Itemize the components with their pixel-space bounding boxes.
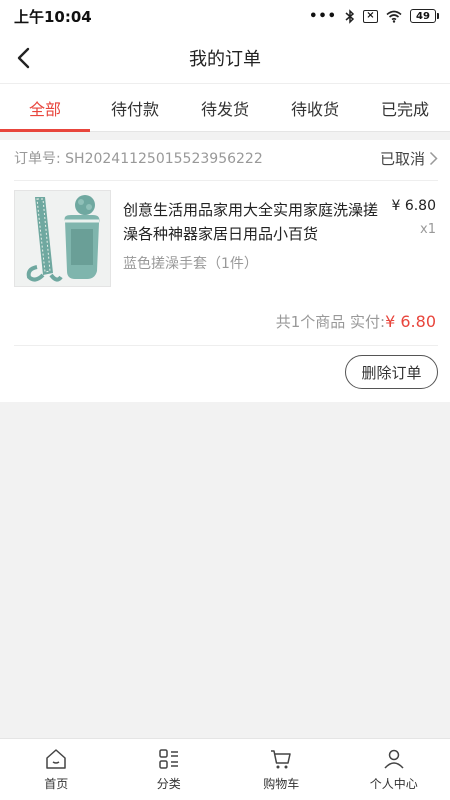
category-icon: [159, 749, 178, 769]
status-icons: ••• × 49: [309, 8, 439, 24]
order-card[interactable]: 订单号: SH20241125015523956222 已取消 创意生活用品家用…: [0, 140, 450, 402]
battery-icon: 49: [410, 9, 439, 23]
bottom-tab-bar: 首页 分类 购物车 个人中心: [0, 738, 450, 800]
total-amount: ¥ 6.80: [385, 312, 436, 331]
tabbar-cart[interactable]: 购物车: [225, 739, 338, 800]
sim-blocked-icon: ×: [363, 9, 378, 23]
product-price: ¥ 6.80: [391, 198, 436, 214]
tab-pending-payment[interactable]: 待付款: [90, 84, 180, 131]
divider: [14, 345, 438, 346]
order-header: 订单号: SH20241125015523956222 已取消: [14, 140, 438, 176]
order-status[interactable]: 已取消: [380, 148, 438, 169]
product-thumbnail: [15, 191, 110, 286]
tabbar-label: 分类: [156, 777, 181, 791]
status-bar: 上午10:04 ••• × 49: [0, 0, 450, 32]
tabbar-label: 首页: [44, 777, 69, 791]
tab-all[interactable]: 全部: [0, 84, 90, 132]
tabbar-home[interactable]: 首页: [0, 739, 113, 800]
wifi-icon: [386, 10, 402, 23]
tab-pending-receipt[interactable]: 待收货: [270, 84, 360, 131]
order-summary: 共1个商品 实付:¥ 6.80: [276, 311, 436, 332]
tabbar-label: 购物车: [263, 777, 300, 791]
product-image[interactable]: [14, 190, 111, 287]
summary-prefix: 共1个商品 实付:: [275, 313, 386, 331]
divider: [14, 180, 438, 181]
tabbar-label: 个人中心: [369, 777, 418, 791]
product-spec: 蓝色搓澡手套（1件）: [123, 256, 258, 272]
product-quantity: x1: [420, 222, 436, 237]
chevron-left-icon: [17, 47, 30, 69]
status-time: 上午10:04: [14, 7, 92, 26]
page-title: 我的订单: [189, 48, 261, 70]
order-tabs: 全部 待付款 待发货 待收货 已完成: [0, 84, 450, 132]
chevron-right-icon: [429, 151, 438, 165]
tab-pending-shipment[interactable]: 待发货: [180, 84, 270, 131]
bluetooth-icon: [345, 8, 355, 24]
back-button[interactable]: [10, 44, 38, 72]
nav-bar: 我的订单: [0, 32, 450, 84]
tabbar-profile[interactable]: 个人中心: [338, 739, 450, 800]
tab-completed[interactable]: 已完成: [360, 84, 450, 131]
user-icon: [384, 749, 404, 769]
product-title[interactable]: 创意生活用品家用大全实用家庭洗澡搓澡各种神器家居日用品小百货: [123, 198, 381, 246]
order-number: 订单号: SH20241125015523956222: [14, 151, 263, 167]
tabbar-category[interactable]: 分类: [113, 739, 226, 800]
delete-order-button[interactable]: 删除订单: [345, 355, 438, 389]
signal-dots-icon: •••: [309, 8, 337, 24]
home-icon: [46, 749, 66, 769]
cart-icon: [271, 750, 291, 769]
order-status-label: 已取消: [379, 149, 425, 168]
